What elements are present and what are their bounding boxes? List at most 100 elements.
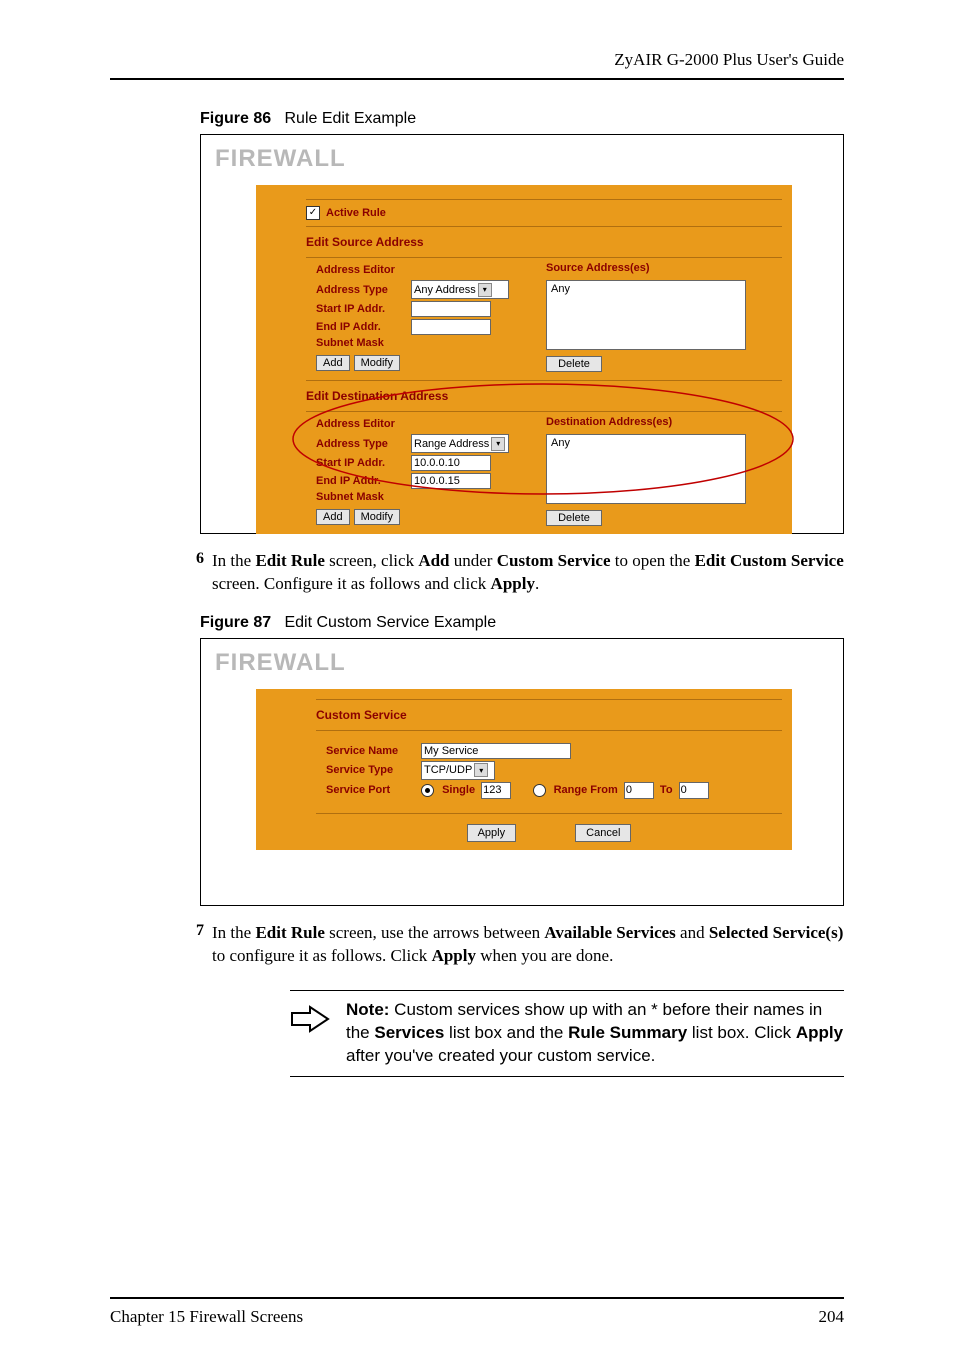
step-text: to configure it as follows. Click	[212, 946, 432, 965]
figure-86-title: Rule Edit Example	[284, 110, 416, 127]
step-6: 6 In the Edit Rule screen, click Add und…	[180, 550, 844, 596]
src-delete-button[interactable]: Delete	[546, 356, 602, 372]
chevron-down-icon: ▾	[474, 763, 488, 777]
subnet-mask-label: Subnet Mask	[316, 337, 411, 349]
service-name-input[interactable]	[421, 743, 571, 759]
rule-edit-panel: ✓ Active Rule Edit Source Address Addres…	[256, 185, 792, 534]
port-range-from-label: Range From	[554, 784, 618, 796]
dst-address-type-select[interactable]: Range Address ▾	[411, 434, 509, 453]
step-text: .	[535, 574, 539, 593]
page-footer: Chapter 15 Firewall Screens 204	[110, 1297, 844, 1327]
source-addresses-listbox[interactable]: Any	[546, 280, 746, 350]
step-bold: Edit Custom Service	[695, 551, 844, 570]
step-text: screen, click	[325, 551, 418, 570]
src-start-ip-input[interactable]	[411, 301, 491, 317]
note-bold: Services	[374, 1023, 444, 1042]
step-6-number: 6	[180, 550, 212, 596]
address-type-label: Address Type	[316, 284, 411, 296]
footer-page-number: 204	[819, 1307, 845, 1327]
port-single-radio[interactable]	[421, 784, 434, 797]
active-rule-checkbox[interactable]: ✓	[306, 206, 320, 220]
custom-service-heading: Custom Service	[316, 704, 782, 726]
step-text: and	[676, 923, 709, 942]
note-text: after you've created your custom service…	[346, 1046, 655, 1065]
destination-addresses-label: Destination Address(es)	[546, 416, 782, 428]
firewall-title: FIREWALL	[201, 135, 843, 185]
step-bold: Add	[418, 551, 449, 570]
dst-start-ip-input[interactable]	[411, 455, 491, 471]
step-bold: Selected Service(s)	[709, 923, 844, 942]
port-range-to-label: To	[660, 784, 673, 796]
step-text: In the	[212, 551, 255, 570]
note-label: Note:	[346, 1000, 389, 1019]
footer-chapter: Chapter 15 Firewall Screens	[110, 1307, 303, 1327]
service-type-label: Service Type	[326, 764, 421, 776]
dst-address-type-label: Address Type	[316, 438, 411, 450]
dst-modify-button[interactable]: Modify	[354, 509, 400, 525]
src-address-type-value: Any Address	[414, 284, 476, 296]
dst-subnet-mask-label: Subnet Mask	[316, 491, 411, 503]
edit-destination-address-heading: Edit Destination Address	[306, 385, 782, 407]
port-range-to-input[interactable]	[679, 782, 709, 799]
custom-service-panel: Custom Service Service Name Service Type…	[256, 689, 792, 850]
step-bold: Custom Service	[497, 551, 611, 570]
cancel-button[interactable]: Cancel	[575, 824, 631, 842]
figure-87-number: Figure 87	[200, 614, 271, 631]
step-bold: Edit Rule	[255, 923, 324, 942]
figure-86-number: Figure 86	[200, 110, 271, 127]
service-port-label: Service Port	[326, 784, 421, 796]
source-address-item: Any	[551, 283, 570, 295]
dst-add-button[interactable]: Add	[316, 509, 350, 525]
note-block: Note: Custom services show up with an * …	[290, 990, 844, 1077]
active-rule-label: Active Rule	[326, 207, 386, 219]
destination-addresses-listbox[interactable]: Any	[546, 434, 746, 504]
start-ip-label: Start IP Addr.	[316, 303, 411, 315]
src-address-type-select[interactable]: Any Address ▾	[411, 280, 509, 299]
apply-button[interactable]: Apply	[467, 824, 517, 842]
src-end-ip-input[interactable]	[411, 319, 491, 335]
step-text: when you are done.	[476, 946, 613, 965]
service-name-label: Service Name	[326, 745, 421, 757]
figure-86-screenshot: FIREWALL ✓ Active Rule Edit Source Addre…	[200, 134, 844, 534]
src-modify-button[interactable]: Modify	[354, 355, 400, 371]
note-text: list box and the	[444, 1023, 568, 1042]
step-text: screen. Configure it as follows and clic…	[212, 574, 491, 593]
service-type-select[interactable]: TCP/UDP ▾	[421, 761, 495, 780]
port-range-from-input[interactable]	[624, 782, 654, 799]
figure-86-caption: Figure 86 Rule Edit Example	[200, 110, 844, 128]
port-single-input[interactable]	[481, 782, 511, 799]
chevron-down-icon: ▾	[478, 283, 492, 297]
dst-address-type-value: Range Address	[414, 438, 489, 450]
figure-87-caption: Figure 87 Edit Custom Service Example	[200, 614, 844, 632]
src-add-button[interactable]: Add	[316, 355, 350, 371]
chevron-down-icon: ▾	[491, 437, 505, 451]
step-7-number: 7	[180, 922, 212, 968]
dst-address-editor-label: Address Editor	[316, 418, 546, 430]
note-bold: Rule Summary	[568, 1023, 687, 1042]
step-bold: Edit Rule	[255, 551, 324, 570]
step-text: In the	[212, 923, 255, 942]
step-bold: Apply	[432, 946, 476, 965]
firewall-title-87: FIREWALL	[201, 639, 843, 689]
step-text: under	[450, 551, 497, 570]
step-7: 7 In the Edit Rule screen, use the arrow…	[180, 922, 844, 968]
step-bold: Apply	[491, 574, 535, 593]
dst-start-ip-label: Start IP Addr.	[316, 457, 411, 469]
dst-end-ip-label: End IP Addr.	[316, 475, 411, 487]
figure-87-screenshot: FIREWALL Custom Service Service Name Ser…	[200, 638, 844, 906]
edit-source-address-heading: Edit Source Address	[306, 231, 782, 253]
end-ip-label: End IP Addr.	[316, 321, 411, 333]
arrow-right-icon	[290, 999, 346, 1068]
port-range-radio[interactable]	[533, 784, 546, 797]
source-addresses-label: Source Address(es)	[546, 262, 782, 274]
address-editor-label: Address Editor	[316, 264, 546, 276]
step-bold: Available Services	[544, 923, 675, 942]
dst-delete-button[interactable]: Delete	[546, 510, 602, 526]
step-text: to open the	[611, 551, 695, 570]
note-bold: Apply	[796, 1023, 843, 1042]
note-text: list box. Click	[687, 1023, 796, 1042]
destination-address-item: Any	[551, 437, 570, 449]
service-type-value: TCP/UDP	[424, 764, 472, 776]
step-text: screen, use the arrows between	[325, 923, 545, 942]
dst-end-ip-input[interactable]	[411, 473, 491, 489]
